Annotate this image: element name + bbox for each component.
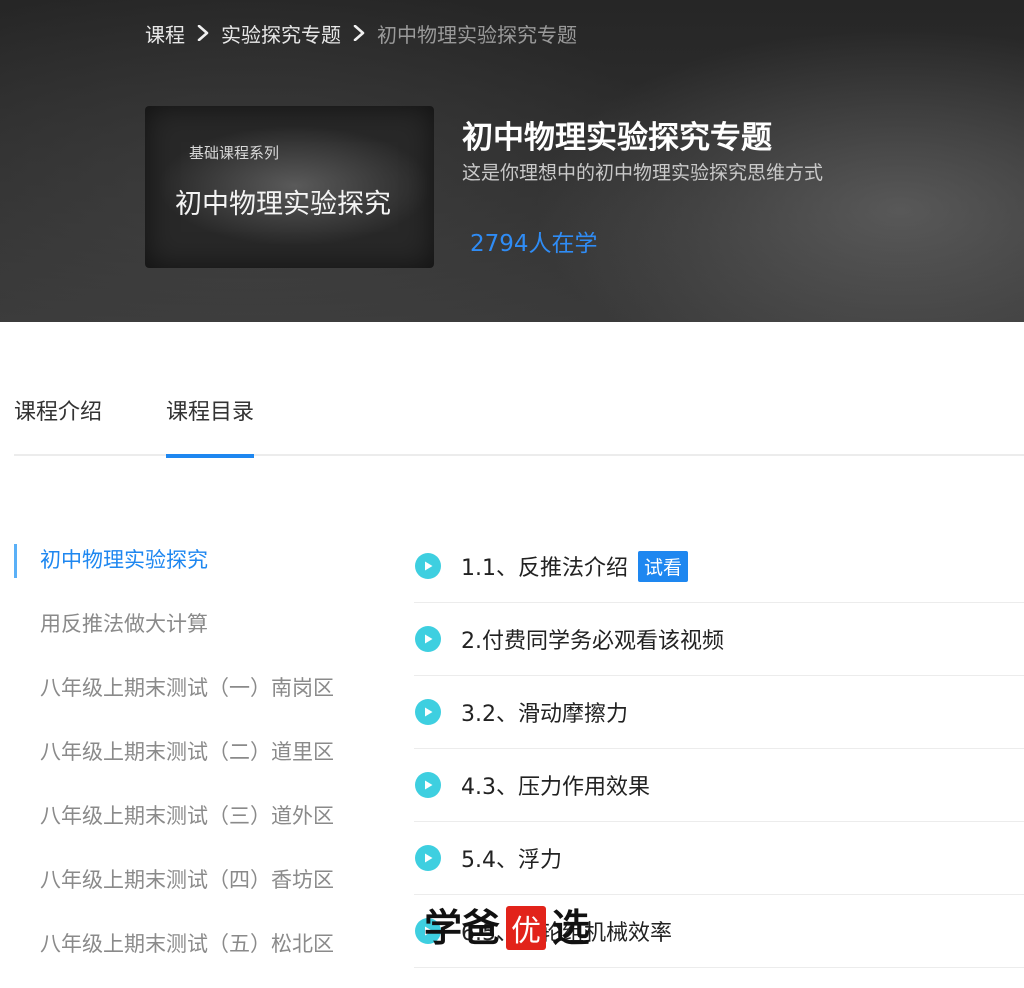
chevron-right-icon	[185, 18, 221, 48]
tab-course-intro[interactable]: 课程介绍	[14, 392, 102, 456]
watermark-logo: 学 爸 优 选	[424, 902, 590, 954]
chapter-item[interactable]: 八年级上期末测试（三）道外区	[14, 784, 394, 848]
cover-title: 初中物理实验探究	[175, 189, 391, 220]
course-cover-image: 基础课程系列 初中物理实验探究	[145, 106, 434, 268]
lesson-row[interactable]: 5.4、浮力	[414, 822, 1024, 895]
lesson-title: 2.付费同学务必观看该视频	[461, 629, 724, 654]
watermark-char: 学	[424, 905, 463, 950]
breadcrumb: 课程 实验探究专题 初中物理实验探究专题	[145, 18, 577, 48]
watermark-char: 选	[552, 905, 591, 950]
play-circle-icon[interactable]	[415, 845, 441, 871]
watermark-char: 爸	[462, 905, 501, 950]
breadcrumb-current: 初中物理实验探究专题	[377, 22, 577, 47]
course-hero: 课程 实验探究专题 初中物理实验探究专题 基础课程系列 初中物理实验探究 初中物…	[0, 0, 1024, 322]
lesson-title: 5.4、浮力	[461, 848, 562, 873]
chapter-item[interactable]: 八年级上期末测试（四）香坊区	[14, 848, 394, 912]
cover-series-label: 基础课程系列	[189, 144, 280, 162]
lesson-row[interactable]: 1.1、反推法介绍 试看	[414, 530, 1024, 603]
chapter-item[interactable]: 用反推法做大计算	[14, 592, 394, 656]
watermark-seal-icon: 优	[506, 906, 547, 950]
play-circle-icon[interactable]	[415, 772, 441, 798]
lesson-title: 3.2、滑动摩擦力	[461, 702, 628, 727]
play-circle-icon[interactable]	[415, 626, 441, 652]
lesson-row[interactable]: 3.2、滑动摩擦力	[414, 676, 1024, 749]
chevron-right-icon	[341, 18, 377, 48]
chapter-item[interactable]: 八年级上期末测试（二）道里区	[14, 720, 394, 784]
lesson-title: 1.1、反推法介绍	[461, 556, 628, 581]
play-circle-icon[interactable]	[415, 553, 441, 579]
chapter-item[interactable]: 初中物理实验探究	[14, 528, 394, 592]
breadcrumb-topic-link[interactable]: 实验探究专题	[221, 19, 341, 48]
breadcrumb-courses-link[interactable]: 课程	[145, 19, 185, 48]
lesson-title: 4.3、压力作用效果	[461, 775, 650, 800]
learner-count: 2794人在学	[470, 231, 598, 257]
lesson-row[interactable]: 4.3、压力作用效果	[414, 749, 1024, 822]
trial-badge: 试看	[638, 550, 689, 582]
chapter-item[interactable]: 八年级上期末测试（一）南岗区	[14, 656, 394, 720]
course-tabs: 课程介绍 课程目录	[14, 392, 1024, 458]
course-title: 初中物理实验探究专题	[462, 120, 772, 156]
lesson-row[interactable]: 2.付费同学务必观看该视频	[414, 603, 1024, 676]
chapter-list: 初中物理实验探究 用反推法做大计算 八年级上期末测试（一）南岗区 八年级上期末测…	[14, 528, 394, 976]
tab-course-catalog[interactable]: 课程目录	[166, 392, 255, 458]
play-circle-icon[interactable]	[415, 699, 441, 725]
chapter-item[interactable]: 八年级上期末测试（五）松北区	[14, 912, 394, 976]
course-subtitle: 这是你理想中的初中物理实验探究思维方式	[462, 162, 824, 184]
